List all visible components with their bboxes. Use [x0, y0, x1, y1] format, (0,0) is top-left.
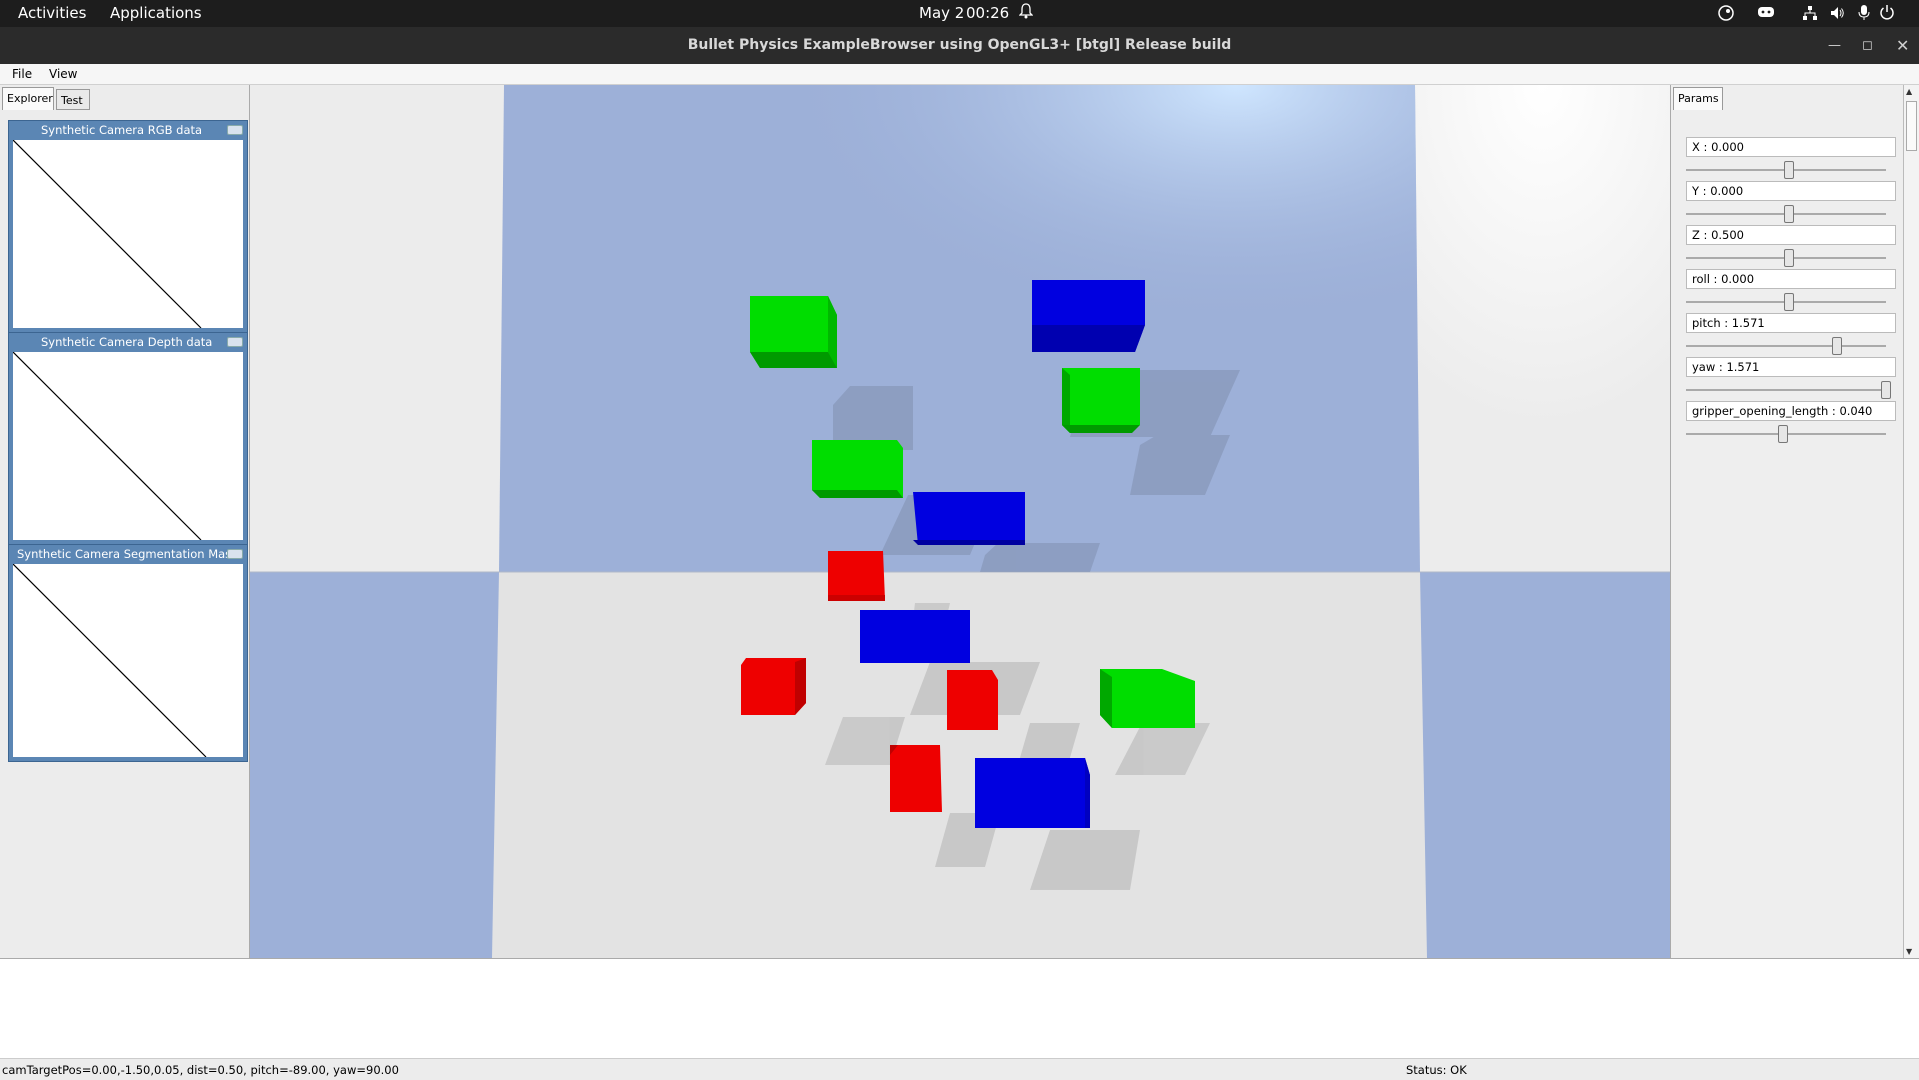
camera-window-title-bar[interactable]: Synthetic Camera Segmentation Mask: [9, 545, 247, 564]
blue-cube[interactable]: [975, 758, 1090, 828]
param-slider-track[interactable]: [1686, 389, 1886, 391]
menu-file[interactable]: File: [12, 67, 32, 81]
shadow: [980, 543, 1100, 572]
maximize-icon[interactable]: ◻: [1862, 27, 1873, 64]
network-icon[interactable]: [1802, 5, 1818, 25]
camera-rgb-window[interactable]: Synthetic Camera RGB data: [8, 120, 248, 333]
minimize-icon[interactable]: [227, 337, 243, 347]
tab-test[interactable]: Test: [56, 89, 90, 110]
blue-cube[interactable]: [860, 610, 970, 663]
green-cube[interactable]: [1062, 368, 1140, 433]
steam-icon[interactable]: [1718, 5, 1734, 25]
tab-params[interactable]: Params: [1673, 87, 1723, 110]
param-slider-knob[interactable]: [1783, 249, 1794, 267]
param-slider-label: Z : 0.500: [1686, 225, 1896, 245]
camera-status-text: camTargetPos=0.00,-1.50,0.05, dist=0.50,…: [2, 1063, 399, 1077]
param-slider-knob[interactable]: [1783, 293, 1794, 311]
camera-window-title-bar[interactable]: Synthetic Camera RGB data: [9, 121, 247, 140]
scene-canvas[interactable]: [250, 85, 1670, 958]
empty-image-placeholder: [12, 351, 202, 541]
applications-button[interactable]: Applications: [110, 4, 202, 22]
menu-view[interactable]: View: [49, 67, 77, 81]
param-slider-track[interactable]: [1686, 345, 1886, 347]
param-slider-knob[interactable]: [1777, 425, 1788, 443]
minimize-icon[interactable]: —: [1828, 27, 1841, 64]
activities-button[interactable]: Activities: [18, 4, 86, 22]
param-slider-label: pitch : 1.571: [1686, 313, 1896, 333]
status-text: Status: OK: [1406, 1063, 1467, 1077]
param-slider-label: gripper_opening_length : 0.040: [1686, 401, 1896, 421]
param-slider-label: yaw : 1.571: [1686, 357, 1896, 377]
red-cube[interactable]: [741, 658, 806, 715]
minimize-icon[interactable]: [227, 549, 243, 559]
volume-icon[interactable]: [1829, 5, 1845, 25]
green-cube[interactable]: [1100, 669, 1195, 728]
camera-window-title: Synthetic Camera Depth data: [41, 335, 213, 349]
clock-time[interactable]: 00:26: [966, 4, 1009, 22]
green-cube[interactable]: [812, 440, 903, 498]
param-slider-label: Y : 0.000: [1686, 181, 1896, 201]
window-title: Bullet Physics ExampleBrowser using Open…: [687, 37, 1232, 53]
blue-cube[interactable]: [913, 492, 1025, 545]
param-slider-knob[interactable]: [1783, 205, 1794, 223]
bell-icon[interactable]: [1018, 3, 1034, 23]
scroll-down-icon[interactable]: ▼: [1906, 947, 1912, 956]
camera-image-depth: [12, 351, 243, 541]
system-top-bar: Activities Applications May 2 00:26: [0, 0, 1919, 27]
tab-explorer[interactable]: Explorer: [2, 87, 54, 110]
menu-bar: File View: [0, 64, 1919, 85]
param-slider-label: roll : 0.000: [1686, 269, 1896, 289]
scrollbar-thumb[interactable]: [1906, 101, 1917, 151]
clock-date[interactable]: May 2: [919, 4, 964, 22]
param-slider-label: X : 0.000: [1686, 137, 1896, 157]
power-icon[interactable]: [1879, 4, 1895, 24]
background-glow: [1415, 85, 1670, 465]
red-cube[interactable]: [828, 551, 885, 601]
params-scrollbar[interactable]: ▲ ▼: [1903, 85, 1919, 958]
params-panel: Params X : 0.000 Y : 0.000 Z : 0.500 roll :…: [1670, 85, 1903, 958]
camera-segmentation-window[interactable]: Synthetic Camera Segmentation Mask: [8, 544, 248, 762]
camera-depth-window[interactable]: Synthetic Camera Depth data: [8, 332, 248, 545]
3d-viewport[interactable]: [250, 85, 1670, 958]
minimize-icon[interactable]: [227, 125, 243, 135]
green-cube[interactable]: [750, 296, 837, 368]
empty-image-placeholder: [12, 563, 207, 758]
status-bar: camTargetPos=0.00,-1.50,0.05, dist=0.50,…: [0, 1058, 1919, 1080]
window-title-bar: Bullet Physics ExampleBrowser using Open…: [0, 27, 1919, 64]
red-cube[interactable]: [947, 670, 998, 730]
console-output[interactable]: [0, 958, 1919, 1058]
camera-window-title-bar[interactable]: Synthetic Camera Depth data: [9, 333, 247, 352]
empty-image-placeholder: [12, 139, 202, 329]
scroll-up-icon[interactable]: ▲: [1906, 87, 1912, 96]
close-icon[interactable]: ✕: [1896, 27, 1909, 64]
camera-window-title: Synthetic Camera RGB data: [41, 123, 203, 137]
microphone-icon[interactable]: [1857, 4, 1871, 25]
camera-window-title: Synthetic Camera Segmentation Mask: [17, 547, 238, 561]
blue-cube[interactable]: [1032, 280, 1145, 352]
explorer-panel: Explorer Test Synthetic Camera RGB data …: [0, 85, 250, 958]
param-slider-knob[interactable]: [1881, 381, 1891, 399]
param-slider-knob[interactable]: [1783, 161, 1794, 179]
param-slider-knob[interactable]: [1832, 337, 1843, 355]
camera-image-segmentation: [12, 563, 243, 758]
discord-icon[interactable]: [1757, 5, 1775, 23]
red-cube[interactable]: [890, 745, 942, 812]
camera-image-rgb: [12, 139, 243, 329]
